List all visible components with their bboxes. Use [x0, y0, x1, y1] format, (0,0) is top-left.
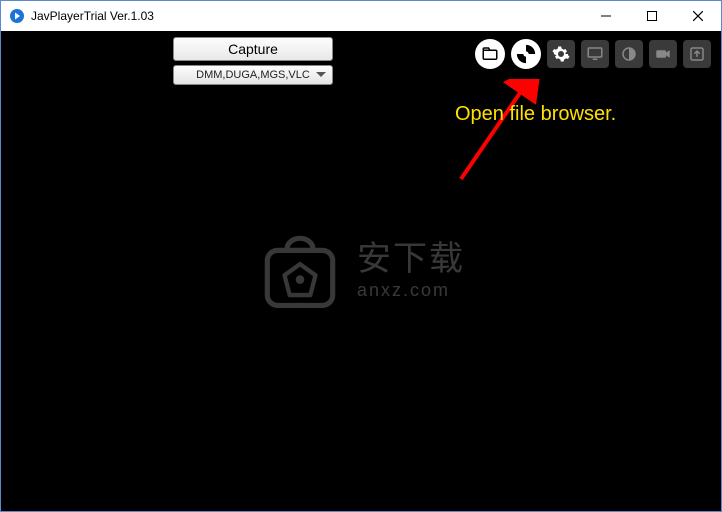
folder-icon	[481, 45, 499, 63]
app-window: JavPlayerTrial Ver.1.03 Capture DMM,DUGA…	[0, 0, 722, 512]
left-toolbar: Capture DMM,DUGA,MGS,VLC	[173, 37, 333, 85]
minimize-button[interactable]	[583, 1, 629, 31]
right-toolbar	[475, 39, 711, 69]
gear-icon	[552, 45, 570, 63]
export-icon	[688, 45, 706, 63]
dpad-icon	[516, 44, 536, 64]
titlebar: JavPlayerTrial Ver.1.03	[1, 1, 721, 31]
capture-button[interactable]: Capture	[173, 37, 333, 61]
camera-icon	[654, 45, 672, 63]
controller-button[interactable]	[511, 39, 541, 69]
watermark-bag-icon	[257, 228, 343, 314]
annotation-arrow	[441, 79, 561, 189]
contrast-icon	[620, 45, 638, 63]
app-icon	[9, 8, 25, 24]
brightness-button[interactable]	[615, 40, 643, 68]
watermark: 安下载 anxz.com	[257, 228, 465, 314]
open-file-button[interactable]	[475, 39, 505, 69]
content-area: Capture DMM,DUGA,MGS,VLC	[1, 31, 721, 511]
annotation-text: Open file browser.	[455, 103, 616, 126]
record-button[interactable]	[649, 40, 677, 68]
dropdown-value: DMM,DUGA,MGS,VLC	[196, 69, 310, 81]
maximize-button[interactable]	[629, 1, 675, 31]
window-title: JavPlayerTrial Ver.1.03	[31, 9, 583, 23]
monitor-icon	[586, 45, 604, 63]
export-button[interactable]	[683, 40, 711, 68]
source-dropdown[interactable]: DMM,DUGA,MGS,VLC	[173, 65, 333, 85]
chevron-down-icon	[316, 69, 326, 81]
monitor-button[interactable]	[581, 40, 609, 68]
close-button[interactable]	[675, 1, 721, 31]
settings-button[interactable]	[547, 40, 575, 68]
watermark-en: anxz.com	[357, 280, 465, 301]
watermark-cn: 安下载	[357, 242, 465, 276]
